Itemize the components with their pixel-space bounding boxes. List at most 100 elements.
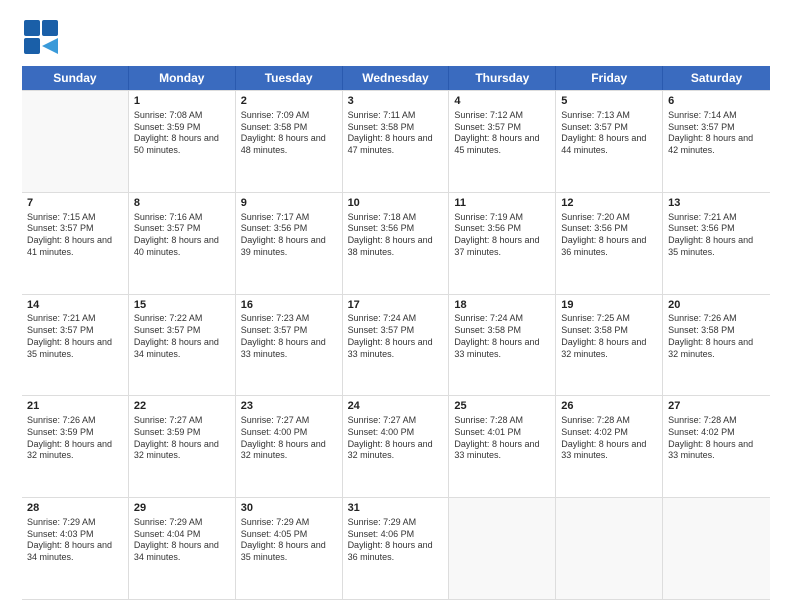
calendar-cell: 21Sunrise: 7:26 AM Sunset: 3:59 PM Dayli… (22, 396, 129, 497)
calendar-cell: 3Sunrise: 7:11 AM Sunset: 3:58 PM Daylig… (343, 91, 450, 192)
day-number: 18 (454, 298, 550, 313)
calendar-cell: 28Sunrise: 7:29 AM Sunset: 4:03 PM Dayli… (22, 498, 129, 599)
cell-info: Sunrise: 7:21 AM Sunset: 3:56 PM Dayligh… (668, 212, 765, 259)
calendar-cell: 15Sunrise: 7:22 AM Sunset: 3:57 PM Dayli… (129, 295, 236, 396)
calendar-cell: 18Sunrise: 7:24 AM Sunset: 3:58 PM Dayli… (449, 295, 556, 396)
weekday-header: Tuesday (236, 66, 343, 90)
logo (22, 18, 64, 56)
weekday-header: Saturday (663, 66, 770, 90)
calendar-body: 1Sunrise: 7:08 AM Sunset: 3:59 PM Daylig… (22, 90, 770, 600)
calendar-cell (22, 91, 129, 192)
day-number: 20 (668, 298, 765, 313)
calendar-cell: 24Sunrise: 7:27 AM Sunset: 4:00 PM Dayli… (343, 396, 450, 497)
calendar-cell: 22Sunrise: 7:27 AM Sunset: 3:59 PM Dayli… (129, 396, 236, 497)
calendar-cell: 16Sunrise: 7:23 AM Sunset: 3:57 PM Dayli… (236, 295, 343, 396)
day-number: 7 (27, 196, 123, 211)
day-number: 24 (348, 399, 444, 414)
calendar-cell: 13Sunrise: 7:21 AM Sunset: 3:56 PM Dayli… (663, 193, 770, 294)
cell-info: Sunrise: 7:29 AM Sunset: 4:06 PM Dayligh… (348, 517, 444, 564)
day-number: 6 (668, 94, 765, 109)
day-number: 14 (27, 298, 123, 313)
cell-info: Sunrise: 7:20 AM Sunset: 3:56 PM Dayligh… (561, 212, 657, 259)
calendar-cell: 20Sunrise: 7:26 AM Sunset: 3:58 PM Dayli… (663, 295, 770, 396)
calendar-cell (556, 498, 663, 599)
calendar: SundayMondayTuesdayWednesdayThursdayFrid… (22, 66, 770, 600)
cell-info: Sunrise: 7:25 AM Sunset: 3:58 PM Dayligh… (561, 313, 657, 360)
cell-info: Sunrise: 7:28 AM Sunset: 4:01 PM Dayligh… (454, 415, 550, 462)
day-number: 27 (668, 399, 765, 414)
calendar-cell: 30Sunrise: 7:29 AM Sunset: 4:05 PM Dayli… (236, 498, 343, 599)
cell-info: Sunrise: 7:24 AM Sunset: 3:57 PM Dayligh… (348, 313, 444, 360)
day-number: 4 (454, 94, 550, 109)
calendar-cell: 4Sunrise: 7:12 AM Sunset: 3:57 PM Daylig… (449, 91, 556, 192)
cell-info: Sunrise: 7:15 AM Sunset: 3:57 PM Dayligh… (27, 212, 123, 259)
calendar-cell: 11Sunrise: 7:19 AM Sunset: 3:56 PM Dayli… (449, 193, 556, 294)
day-number: 26 (561, 399, 657, 414)
calendar-cell (663, 498, 770, 599)
calendar-cell: 5Sunrise: 7:13 AM Sunset: 3:57 PM Daylig… (556, 91, 663, 192)
cell-info: Sunrise: 7:21 AM Sunset: 3:57 PM Dayligh… (27, 313, 123, 360)
calendar-row: 21Sunrise: 7:26 AM Sunset: 3:59 PM Dayli… (22, 396, 770, 498)
day-number: 5 (561, 94, 657, 109)
day-number: 31 (348, 501, 444, 516)
day-number: 30 (241, 501, 337, 516)
day-number: 22 (134, 399, 230, 414)
cell-info: Sunrise: 7:28 AM Sunset: 4:02 PM Dayligh… (668, 415, 765, 462)
calendar-row: 7Sunrise: 7:15 AM Sunset: 3:57 PM Daylig… (22, 193, 770, 295)
cell-info: Sunrise: 7:14 AM Sunset: 3:57 PM Dayligh… (668, 110, 765, 157)
cell-info: Sunrise: 7:27 AM Sunset: 4:00 PM Dayligh… (241, 415, 337, 462)
calendar-cell: 7Sunrise: 7:15 AM Sunset: 3:57 PM Daylig… (22, 193, 129, 294)
calendar-cell: 8Sunrise: 7:16 AM Sunset: 3:57 PM Daylig… (129, 193, 236, 294)
cell-info: Sunrise: 7:22 AM Sunset: 3:57 PM Dayligh… (134, 313, 230, 360)
day-number: 23 (241, 399, 337, 414)
calendar-cell: 10Sunrise: 7:18 AM Sunset: 3:56 PM Dayli… (343, 193, 450, 294)
cell-info: Sunrise: 7:17 AM Sunset: 3:56 PM Dayligh… (241, 212, 337, 259)
day-number: 2 (241, 94, 337, 109)
day-number: 12 (561, 196, 657, 211)
day-number: 3 (348, 94, 444, 109)
day-number: 9 (241, 196, 337, 211)
calendar-cell: 1Sunrise: 7:08 AM Sunset: 3:59 PM Daylig… (129, 91, 236, 192)
day-number: 21 (27, 399, 123, 414)
calendar-cell (449, 498, 556, 599)
weekday-header: Wednesday (343, 66, 450, 90)
cell-info: Sunrise: 7:08 AM Sunset: 3:59 PM Dayligh… (134, 110, 230, 157)
cell-info: Sunrise: 7:12 AM Sunset: 3:57 PM Dayligh… (454, 110, 550, 157)
cell-info: Sunrise: 7:24 AM Sunset: 3:58 PM Dayligh… (454, 313, 550, 360)
day-number: 29 (134, 501, 230, 516)
day-number: 16 (241, 298, 337, 313)
calendar-cell: 17Sunrise: 7:24 AM Sunset: 3:57 PM Dayli… (343, 295, 450, 396)
day-number: 15 (134, 298, 230, 313)
cell-info: Sunrise: 7:29 AM Sunset: 4:04 PM Dayligh… (134, 517, 230, 564)
cell-info: Sunrise: 7:16 AM Sunset: 3:57 PM Dayligh… (134, 212, 230, 259)
cell-info: Sunrise: 7:26 AM Sunset: 3:58 PM Dayligh… (668, 313, 765, 360)
weekday-header: Thursday (449, 66, 556, 90)
calendar-cell: 2Sunrise: 7:09 AM Sunset: 3:58 PM Daylig… (236, 91, 343, 192)
cell-info: Sunrise: 7:27 AM Sunset: 3:59 PM Dayligh… (134, 415, 230, 462)
calendar-row: 1Sunrise: 7:08 AM Sunset: 3:59 PM Daylig… (22, 90, 770, 193)
logo-icon (22, 18, 60, 56)
cell-info: Sunrise: 7:29 AM Sunset: 4:03 PM Dayligh… (27, 517, 123, 564)
cell-info: Sunrise: 7:29 AM Sunset: 4:05 PM Dayligh… (241, 517, 337, 564)
cell-info: Sunrise: 7:27 AM Sunset: 4:00 PM Dayligh… (348, 415, 444, 462)
day-number: 13 (668, 196, 765, 211)
calendar-cell: 9Sunrise: 7:17 AM Sunset: 3:56 PM Daylig… (236, 193, 343, 294)
cell-info: Sunrise: 7:19 AM Sunset: 3:56 PM Dayligh… (454, 212, 550, 259)
calendar-row: 28Sunrise: 7:29 AM Sunset: 4:03 PM Dayli… (22, 498, 770, 600)
weekday-header: Sunday (22, 66, 129, 90)
cell-info: Sunrise: 7:26 AM Sunset: 3:59 PM Dayligh… (27, 415, 123, 462)
cell-info: Sunrise: 7:23 AM Sunset: 3:57 PM Dayligh… (241, 313, 337, 360)
cell-info: Sunrise: 7:18 AM Sunset: 3:56 PM Dayligh… (348, 212, 444, 259)
day-number: 8 (134, 196, 230, 211)
weekday-header: Friday (556, 66, 663, 90)
calendar-header: SundayMondayTuesdayWednesdayThursdayFrid… (22, 66, 770, 90)
day-number: 19 (561, 298, 657, 313)
weekday-header: Monday (129, 66, 236, 90)
calendar-cell: 23Sunrise: 7:27 AM Sunset: 4:00 PM Dayli… (236, 396, 343, 497)
calendar-cell: 14Sunrise: 7:21 AM Sunset: 3:57 PM Dayli… (22, 295, 129, 396)
calendar-row: 14Sunrise: 7:21 AM Sunset: 3:57 PM Dayli… (22, 295, 770, 397)
calendar-cell: 12Sunrise: 7:20 AM Sunset: 3:56 PM Dayli… (556, 193, 663, 294)
calendar-cell: 27Sunrise: 7:28 AM Sunset: 4:02 PM Dayli… (663, 396, 770, 497)
calendar-cell: 6Sunrise: 7:14 AM Sunset: 3:57 PM Daylig… (663, 91, 770, 192)
day-number: 11 (454, 196, 550, 211)
